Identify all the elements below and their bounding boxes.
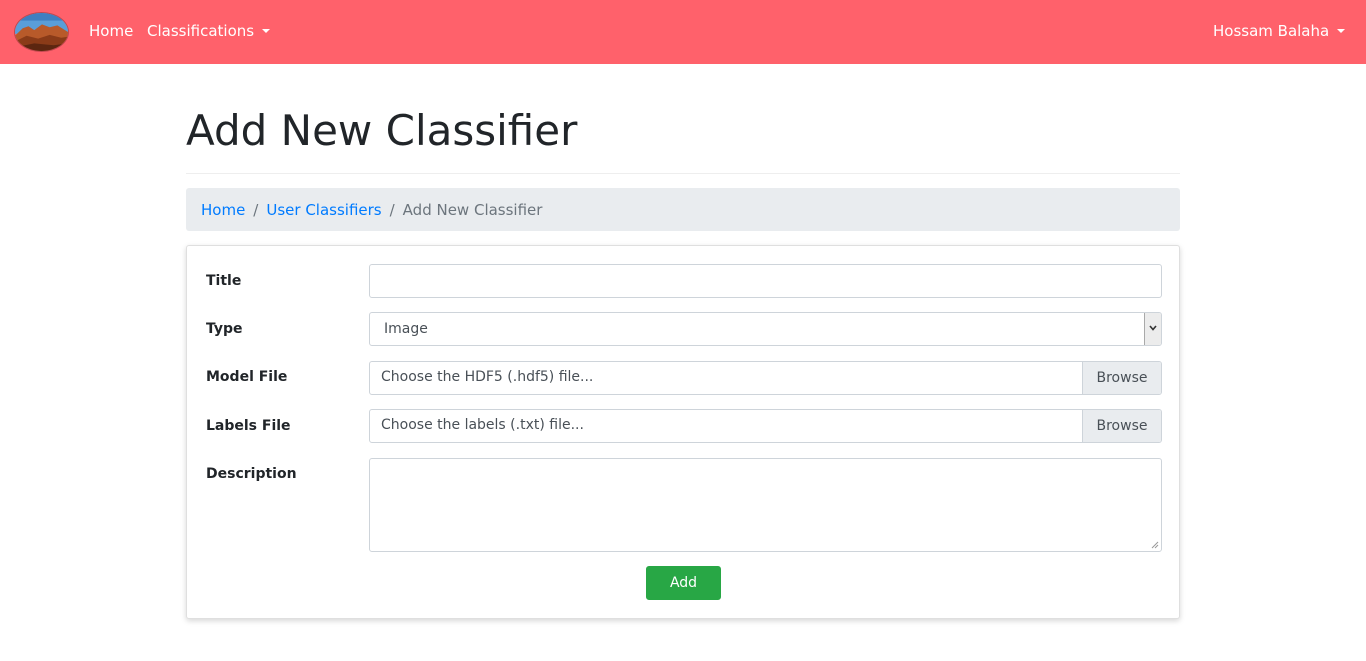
breadcrumb-user-classifiers-link[interactable]: User Classifiers [266,201,381,219]
model-file-label: Model File [206,369,288,385]
classifier-form-card: Title Type Image Model File Choose the H… [186,245,1180,619]
landscape-logo-icon[interactable] [14,12,69,52]
labels-file-browse-button[interactable]: Browse [1082,410,1161,442]
labels-file-input[interactable]: Choose the labels (.txt) file... Browse [369,409,1162,443]
nav-classifications-label: Classifications [147,22,255,40]
type-selected-value: Image [384,321,428,337]
breadcrumb-current: Add New Classifier [402,200,543,219]
user-name-label: Hossam Balaha [1213,22,1330,40]
resize-grip-icon[interactable] [1151,541,1159,549]
labels-file-placeholder: Choose the labels (.txt) file... [381,417,584,433]
caret-down-icon [1337,29,1346,33]
chevron-down-icon[interactable] [1144,313,1161,345]
title-input[interactable] [369,264,1162,298]
page-title: Add New Classifier [186,106,578,155]
add-button[interactable]: Add [646,566,721,600]
breadcrumb-home-link[interactable]: Home [201,201,245,219]
description-textarea[interactable] [369,458,1162,552]
caret-down-icon [262,29,271,33]
title-label: Title [206,273,242,289]
title-divider [186,173,1180,174]
type-label: Type [206,321,243,337]
breadcrumb-separator: / [389,200,395,219]
model-file-input[interactable]: Choose the HDF5 (.hdf5) file... Browse [369,361,1162,395]
labels-file-label: Labels File [206,418,291,434]
type-select[interactable]: Image [369,312,1162,346]
top-navbar: Home Classifications Hossam Balaha [0,0,1366,64]
breadcrumb: Home / User Classifiers / Add New Classi… [186,188,1180,231]
description-label: Description [206,466,297,482]
user-menu-dropdown[interactable]: Hossam Balaha [1213,21,1346,41]
model-file-browse-button[interactable]: Browse [1082,362,1161,394]
breadcrumb-separator: / [253,200,259,219]
nav-classifications-dropdown[interactable]: Classifications [147,21,271,41]
nav-home-link[interactable]: Home [89,21,133,41]
model-file-placeholder: Choose the HDF5 (.hdf5) file... [381,369,594,385]
